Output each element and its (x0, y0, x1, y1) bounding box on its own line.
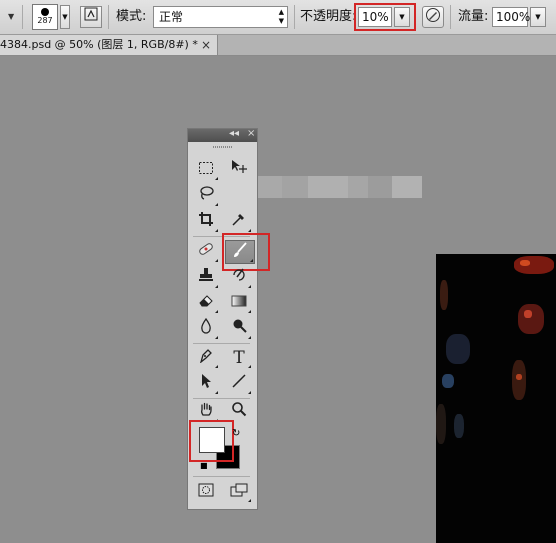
image-detail (518, 304, 544, 334)
swap-colors-icon[interactable]: ↻ (232, 428, 240, 439)
mode-label: 模式: (116, 9, 147, 24)
gradient-tool[interactable] (226, 292, 252, 314)
type-tool-icon: T (233, 348, 245, 368)
options-bar: ▼ 287 ▼ 模式: 正常 ▲ ▼ 不透明度: 10% ▼ 流量: 100% ▼ (0, 0, 556, 35)
separator (108, 5, 109, 29)
document-title: 4384.psd @ 50% (图层 1, RGB/8#) * (0, 38, 198, 51)
magnifier-icon (232, 402, 247, 417)
flow-label: 流量: (458, 9, 489, 24)
separator (22, 5, 23, 29)
pixelated-region (392, 176, 422, 198)
separator (193, 343, 250, 344)
opacity-label: 不透明度: (300, 9, 357, 24)
image-detail (446, 334, 470, 364)
pressure-opacity-toggle[interactable] (422, 6, 444, 28)
type-tool[interactable]: T (226, 347, 252, 369)
image-detail (520, 260, 530, 266)
hand-icon (201, 402, 212, 416)
brush-tip-icon (41, 8, 49, 16)
image-detail (442, 374, 454, 388)
rectangular-marquee-tool[interactable] (193, 159, 219, 181)
image-detail (436, 404, 446, 444)
pixelated-region (308, 176, 348, 198)
marquee-icon (199, 162, 213, 174)
flow-value: 100% (496, 10, 531, 24)
collapse-panel-icon[interactable]: ◂◂ (229, 128, 239, 139)
brush-panel-icon (84, 7, 98, 21)
pen-tool[interactable] (193, 347, 219, 369)
screen-mode-icon (230, 483, 248, 497)
gradient-icon (231, 295, 247, 307)
brush-tool-highlight-box (222, 233, 270, 271)
pixelated-region (282, 176, 308, 198)
brush-panel-toggle-button[interactable] (80, 6, 102, 28)
close-document-icon[interactable]: × (201, 35, 211, 55)
blend-mode-value: 正常 (159, 10, 184, 24)
quick-mask-mode-button[interactable] (193, 481, 219, 503)
separator (193, 398, 250, 399)
history-brush-tool[interactable] (226, 267, 252, 289)
eyedropper-tool[interactable] (226, 211, 252, 233)
blur-drop-icon (201, 317, 211, 334)
path-selection-arrow-icon (202, 374, 211, 388)
image-detail (454, 414, 464, 438)
quick-selection-tool[interactable] (226, 185, 252, 207)
opacity-value: 10% (362, 10, 389, 24)
panel-grip-icon[interactable] (213, 146, 233, 148)
brush-preset-picker[interactable]: 287 (32, 4, 58, 30)
separator (294, 5, 295, 29)
tools-panel-header[interactable]: ◂◂ × (188, 128, 257, 142)
close-panel-icon[interactable]: × (247, 128, 255, 139)
document-tab[interactable]: 4384.psd @ 50% (图层 1, RGB/8#) * × (0, 35, 218, 55)
eraser-icon (199, 295, 213, 307)
screen-mode-button[interactable] (226, 481, 252, 503)
dodge-tool[interactable] (226, 318, 252, 340)
move-tool[interactable] (226, 159, 252, 181)
spot-healing-brush-tool[interactable] (193, 241, 219, 263)
brush-preset-dropdown-button[interactable]: ▼ (60, 5, 70, 29)
separator (193, 476, 250, 477)
tool-preset-arrow-icon[interactable]: ▼ (8, 12, 14, 21)
blur-tool[interactable] (193, 317, 219, 340)
image-detail (440, 280, 448, 310)
path-selection-tool[interactable] (193, 373, 219, 395)
line-icon (232, 374, 246, 388)
pixelated-region (348, 176, 368, 198)
lasso-icon (200, 186, 214, 200)
pixelated-region (256, 176, 282, 198)
flow-input[interactable]: 100% (492, 7, 531, 27)
blend-mode-select[interactable]: 正常 ▲ ▼ (153, 6, 288, 28)
bandage-icon (199, 243, 213, 255)
lasso-tool[interactable] (193, 185, 219, 207)
eyedropper-icon (232, 214, 244, 226)
separator (450, 5, 451, 29)
foreground-color-highlight-box (189, 420, 234, 462)
opacity-input[interactable]: 10% (358, 7, 392, 27)
line-tool[interactable] (226, 373, 252, 395)
default-colors-icon[interactable]: ■ (200, 461, 208, 470)
opacity-slider-button[interactable]: ▼ (394, 7, 410, 27)
quick-mask-icon (198, 483, 214, 497)
stamp-icon (199, 268, 213, 281)
pixelated-region (368, 176, 392, 198)
crop-tool[interactable] (193, 211, 219, 233)
pressure-pen-icon (426, 8, 440, 22)
pen-nib-icon (199, 349, 212, 364)
brush-size-value: 287 (37, 16, 53, 25)
dodge-icon (233, 319, 247, 333)
image-detail (512, 360, 526, 400)
crop-icon (199, 212, 213, 226)
updown-arrows-icon: ▲ ▼ (278, 8, 284, 25)
clone-stamp-tool[interactable] (193, 267, 219, 289)
history-brush-icon (233, 268, 245, 281)
flow-slider-button[interactable]: ▼ (530, 7, 546, 27)
image-detail (524, 310, 532, 318)
move-icon (232, 160, 247, 173)
document-tab-bar: 4384.psd @ 50% (图层 1, RGB/8#) * × (0, 35, 556, 56)
document-image[interactable] (436, 254, 556, 543)
eraser-tool[interactable] (193, 292, 219, 314)
image-detail (516, 374, 522, 380)
